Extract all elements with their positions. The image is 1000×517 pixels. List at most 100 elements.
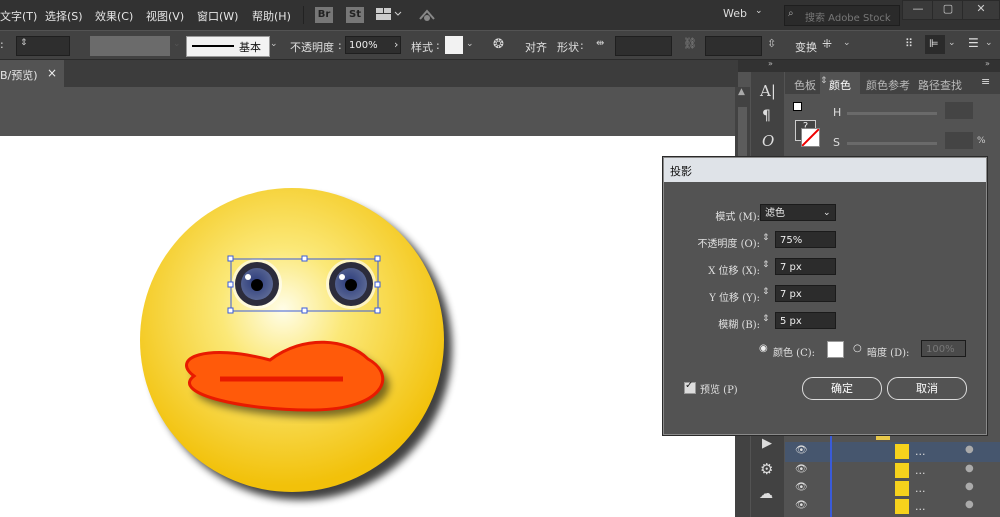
variable-width-profile[interactable]: [90, 36, 170, 56]
visibility-eye-icon[interactable]: 👁: [795, 482, 808, 493]
menu-effect[interactable]: 效果(C): [95, 8, 133, 24]
s-input[interactable]: [945, 132, 973, 149]
workspace-switcher[interactable]: Web ⌄: [713, 5, 769, 24]
darkness-input[interactable]: 100%: [921, 340, 966, 357]
cancel-button[interactable]: 取消: [887, 377, 967, 400]
shape-width-field[interactable]: [615, 36, 672, 56]
opacity-label: 不透明度 (O):: [697, 239, 760, 250]
stock-icon[interactable]: St: [346, 7, 364, 23]
stroke-weight-field[interactable]: ⇕: [16, 36, 70, 56]
blur-input[interactable]: 5 px: [775, 312, 836, 329]
constrain-link-icon[interactable]: ⛓: [683, 37, 697, 50]
opacity-stepper-icon[interactable]: ⇕: [762, 233, 770, 243]
target-circle-icon[interactable]: ●: [965, 444, 974, 455]
blur-stepper-icon[interactable]: ⇕: [762, 314, 770, 324]
menu-help[interactable]: 帮助(H): [252, 8, 291, 24]
ok-button[interactable]: 确定: [802, 377, 882, 400]
layer-row[interactable]: 👁 ... ●: [785, 480, 1000, 498]
stroke-weight-label: :: [0, 38, 4, 51]
tab-pathfinder[interactable]: 路径查找: [918, 77, 962, 93]
menu-text[interactable]: 文字(T): [0, 8, 37, 24]
arrange-icon[interactable]: ⠿: [905, 37, 913, 50]
layer-thumbnail: [895, 444, 909, 459]
recolor-artwork-icon[interactable]: ❂: [493, 37, 504, 52]
layer-row[interactable]: 👁 ... ●: [785, 442, 1000, 462]
dialog-title-bar[interactable]: 投影: [664, 158, 986, 182]
menu-window[interactable]: 窗口(W): [197, 8, 238, 24]
s-slider[interactable]: [847, 142, 937, 145]
height-icon: ⇳: [767, 37, 777, 50]
duck-illustration[interactable]: [140, 188, 470, 508]
arrange-documents-icon[interactable]: [376, 8, 402, 21]
collapse-icon[interactable]: »: [985, 59, 990, 68]
shape-label[interactable]: 形状: [557, 39, 579, 55]
scroll-up-icon[interactable]: ▲: [738, 87, 745, 97]
document-tab[interactable]: B/预览) ×: [0, 60, 64, 87]
close-tab-icon[interactable]: ×: [47, 66, 57, 80]
preview-checkbox[interactable]: ✓: [684, 380, 696, 394]
y-offset-input[interactable]: 7 px: [775, 285, 836, 302]
color-radio[interactable]: ◉: [759, 343, 768, 354]
bridge-icon[interactable]: Br: [315, 7, 333, 23]
mode-select[interactable]: 滤色 ⌄: [760, 204, 836, 221]
target-circle-icon[interactable]: ●: [965, 463, 974, 474]
opentype-panel-icon[interactable]: O: [762, 132, 774, 150]
character-panel-icon[interactable]: A|: [760, 82, 776, 100]
panel-menu-icon[interactable]: ≡: [981, 75, 990, 88]
workspace-label: Web: [723, 7, 747, 20]
chevron-right-icon[interactable]: ›: [394, 38, 398, 51]
h-input[interactable]: [945, 102, 973, 119]
visibility-eye-icon[interactable]: 👁: [795, 464, 808, 475]
shadow-color-swatch[interactable]: [827, 341, 844, 358]
opacity-input[interactable]: 75%: [775, 231, 836, 248]
menu-select[interactable]: 选择(S): [45, 8, 83, 24]
darkness-radio[interactable]: ○: [853, 343, 862, 354]
search-icon: ⌕: [788, 8, 794, 19]
duck-face[interactable]: [140, 188, 444, 492]
actions-panel-icon[interactable]: ▶: [762, 436, 772, 451]
x-offset-stepper-icon[interactable]: ⇕: [762, 260, 770, 270]
opacity-input[interactable]: 100%: [345, 36, 401, 54]
align-options-button[interactable]: ⊫: [925, 35, 945, 54]
properties-panel-icon[interactable]: ⚙: [760, 460, 773, 478]
duck-beak[interactable]: [185, 340, 385, 412]
panel-menu-icon[interactable]: ☰: [968, 36, 979, 50]
tab-color[interactable]: 颜色 ⇕: [820, 72, 860, 94]
tab-color-guide[interactable]: 颜色参考: [866, 77, 910, 93]
h-slider[interactable]: [847, 112, 937, 115]
swap-icon: ⇕: [820, 76, 828, 86]
brush-definition[interactable]: 基本: [186, 36, 270, 57]
minimize-button[interactable]: —: [902, 0, 934, 20]
graphic-style-swatch[interactable]: [445, 36, 463, 54]
maximize-button[interactable]: ▢: [932, 0, 964, 20]
chevron-down-icon: ⌄: [843, 38, 851, 48]
tab-swatches[interactable]: 色板: [794, 77, 816, 93]
chevron-down-icon: ⌄: [173, 39, 181, 49]
document-tab-bar: [0, 60, 738, 87]
shape-height-field[interactable]: [705, 36, 762, 56]
align-left-icon: ⊫: [929, 37, 939, 50]
close-window-button[interactable]: ✕: [962, 0, 1000, 20]
paragraph-panel-icon[interactable]: ¶: [762, 108, 771, 124]
transform-label[interactable]: 变换: [795, 39, 817, 55]
width-icon: ⇹: [596, 38, 605, 49]
creative-cloud-icon[interactable]: ☁: [759, 486, 773, 502]
dialog-title: 投影: [670, 165, 692, 178]
isolate-group-icon[interactable]: ⁜: [822, 37, 832, 51]
target-circle-icon[interactable]: ●: [965, 481, 974, 492]
check-icon: ✓: [685, 380, 694, 391]
collapse-icon[interactable]: »: [768, 59, 773, 68]
layer-row[interactable]: 👁 ... ●: [785, 498, 1000, 516]
default-colors-icon[interactable]: [793, 102, 802, 111]
visibility-eye-icon[interactable]: 👁: [795, 500, 808, 511]
stroke-swatch[interactable]: [801, 128, 820, 147]
stock-search-input[interactable]: ⌕ 搜索 Adobe Stock: [784, 5, 900, 26]
x-offset-input[interactable]: 7 px: [775, 258, 836, 275]
target-circle-icon[interactable]: ●: [965, 499, 974, 510]
menu-view[interactable]: 视图(V): [146, 8, 184, 24]
gpu-performance-icon[interactable]: [418, 7, 438, 23]
layer-row[interactable]: 👁 ... ●: [785, 462, 1000, 480]
y-offset-stepper-icon[interactable]: ⇕: [762, 287, 770, 297]
visibility-eye-icon[interactable]: 👁: [795, 445, 808, 456]
align-label[interactable]: 对齐: [525, 39, 547, 55]
